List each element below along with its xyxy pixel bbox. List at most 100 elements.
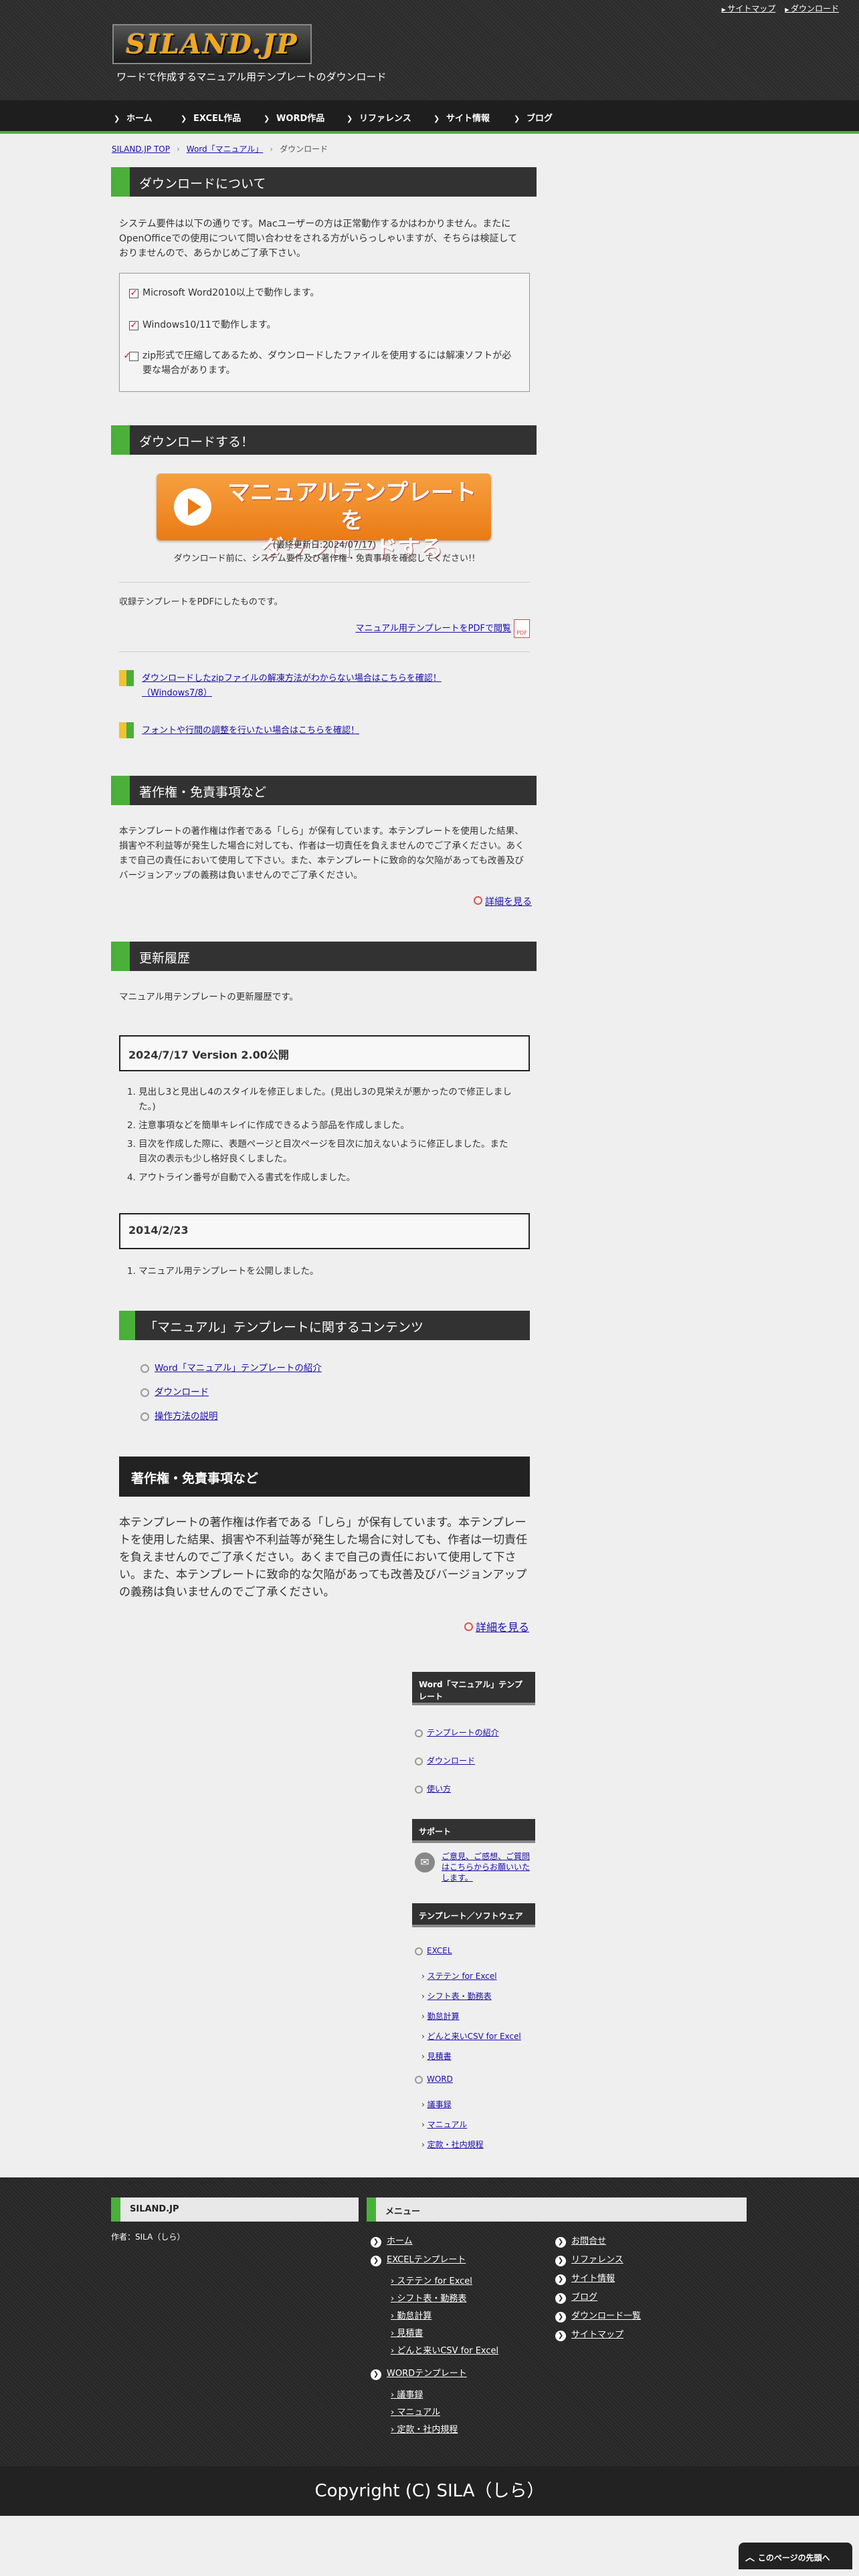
site-header: サイトマップダウンロード SILAND.JP ワードで作成するマニュアル用テンプ… bbox=[0, 0, 859, 100]
nav-word[interactable]: WORD作品 bbox=[264, 111, 324, 124]
help-row: ダウンロードしたzipファイルの解凍方法がわからない場合はこちらを確認！（Win… bbox=[142, 671, 490, 701]
version-box: 2024/7/17 Version 2.00公開 bbox=[119, 1035, 530, 1071]
footer-link[interactable]: EXCELテンプレート bbox=[371, 2252, 466, 2266]
sitemap-link[interactable]: サイトマップ bbox=[722, 4, 776, 13]
check-icon: ✓ bbox=[129, 320, 138, 330]
download-note: ダウンロード前に、システム要件及び著作権・免責事項を確認してください!! bbox=[173, 554, 476, 564]
sidebar-item-excel[interactable]: EXCEL bbox=[415, 1946, 452, 1955]
footer-link[interactable]: サイトマップ bbox=[555, 2327, 624, 2341]
related-item[interactable]: 操作方法の説明 bbox=[140, 1408, 322, 1422]
sidebar-item-word[interactable]: WORD bbox=[415, 2074, 453, 2084]
copyright-text: 本テンプレートの著作権は作者である「しら」が保有しています。本テンプレートを使用… bbox=[119, 826, 524, 881]
templates-heading: テンプレート／ソフトウェア bbox=[412, 1903, 535, 1927]
download-button[interactable]: マニュアルテンプレートを ダウンロードする bbox=[157, 473, 491, 562]
sidebar-subitem[interactable]: 見積書 bbox=[421, 2050, 452, 2062]
related-item[interactable]: ダウンロード bbox=[140, 1384, 322, 1398]
list-item: 1. 見出し3と見出し4のスタイルを修正しました。(見出し3の見栄えが悪かったの… bbox=[127, 1087, 512, 1112]
last-updated: (最終更新日:2024/07/17) bbox=[272, 540, 377, 550]
copyright-more-link[interactable]: 詳細を見る bbox=[474, 895, 532, 908]
sidebar-subitem[interactable]: 議事録 bbox=[421, 2099, 452, 2110]
footer-menu-heading: メニュー bbox=[367, 2197, 747, 2222]
sidebar-item[interactable]: ダウンロード bbox=[415, 1755, 475, 1766]
related-list: Word「マニュアル」テンプレートの紹介 ダウンロード 操作方法の説明 bbox=[140, 1360, 322, 1422]
footer-sublink[interactable]: 見積書 bbox=[391, 2326, 423, 2339]
support-link[interactable]: ご意見、ご感想、ご質問はこちらからお願いいたします。 bbox=[442, 1851, 535, 1883]
requirement-item: ✓ Windows10/11で動作します。 bbox=[129, 320, 276, 330]
play-icon bbox=[174, 488, 211, 526]
sidebar-subitem[interactable]: どんと来いCSV for Excel bbox=[421, 2030, 521, 2042]
breadcrumb-parent[interactable]: Word「マニュアル」 bbox=[187, 144, 264, 154]
footer-sublink[interactable]: 勤怠計算 bbox=[391, 2309, 432, 2321]
footer-sublink[interactable]: マニュアル bbox=[391, 2405, 440, 2418]
pdf-row: マニュアル用テンプレートをPDFで閲覧 PDF bbox=[119, 619, 530, 638]
list-item: 2. 注意事項などを簡単キレイに作成できるよう部品を作成しました。 bbox=[127, 1120, 409, 1131]
footer-sublink[interactable]: ステテン for Excel bbox=[391, 2274, 472, 2286]
about-intro: システム要件は以下の通りです。Macユーザーの方は正常動作するかはわかりません。… bbox=[119, 219, 518, 259]
font-help-link[interactable]: フォントや行間の調整を行いたい場合はこちらを確認！ bbox=[142, 726, 359, 736]
list-item: 1. マニュアル用テンプレートを公開しました。 bbox=[127, 1266, 319, 1277]
support-heading: サポート bbox=[412, 1819, 535, 1843]
footer-sublink[interactable]: どんと来いCSV for Excel bbox=[391, 2343, 498, 2356]
site-logo[interactable]: SILAND.JP bbox=[112, 24, 312, 64]
nav-home[interactable]: ホーム bbox=[114, 111, 153, 124]
footer-sublink[interactable]: シフト表・勤務表 bbox=[391, 2291, 466, 2304]
pdf-intro: 収録テンプレートをPDFにしたものです。 bbox=[119, 597, 283, 607]
nav-siteinfo[interactable]: サイト情報 bbox=[434, 111, 490, 124]
breadcrumb-home[interactable]: SILAND.JP TOP bbox=[112, 144, 170, 154]
footer-link[interactable]: ホーム bbox=[371, 2234, 413, 2248]
footer-sublink[interactable]: 議事録 bbox=[391, 2387, 423, 2400]
check-icon: ✓ bbox=[129, 288, 138, 298]
list-item: 3. 目次を作成した際に、表題ページと目次ページを目次に加えないように修正しまし… bbox=[127, 1139, 508, 1164]
list-item: 4. アウトライン番号が自動で入る書式を作成しました。 bbox=[127, 1172, 356, 1183]
breadcrumb: SILAND.JP TOP › Word「マニュアル」 › ダウンロード bbox=[112, 144, 328, 154]
footer-link[interactable]: リファレンス bbox=[555, 2252, 624, 2266]
pdf-link[interactable]: マニュアル用テンプレートをPDFで閲覧 bbox=[355, 624, 511, 634]
pdf-icon[interactable]: PDF bbox=[514, 619, 530, 638]
divider bbox=[119, 651, 530, 652]
copyright-box-more-link[interactable]: 詳細を見る bbox=[464, 1618, 529, 1634]
breadcrumb-current: ダウンロード bbox=[280, 144, 328, 154]
nav-excel[interactable]: EXCEL作品 bbox=[181, 111, 241, 124]
requirement-item: ✓ Microsoft Word2010以上で動作します。 bbox=[129, 288, 320, 298]
footer-sublink[interactable]: 定款・社内規程 bbox=[391, 2422, 458, 2435]
sidebar-subitem[interactable]: シフト表・勤務表 bbox=[421, 1990, 492, 2002]
nav-reference[interactable]: リファレンス bbox=[347, 111, 411, 124]
copyright-heading: 著作権・免責事項など bbox=[111, 776, 537, 805]
requirement-item: ✓ zip形式で圧縮してあるため、ダウンロードしたファイルを使用するには解凍ソフト… bbox=[123, 350, 512, 376]
download-heading: ダウンロードする！ bbox=[111, 425, 537, 455]
sidebar-subitem[interactable]: マニュアル bbox=[421, 2119, 468, 2130]
history-intro: マニュアル用テンプレートの更新履歴です。 bbox=[119, 992, 298, 1002]
version-box: 2014/2/23 bbox=[119, 1213, 530, 1249]
book-icon bbox=[119, 722, 134, 738]
footer-link[interactable]: WORDテンプレート bbox=[371, 2366, 467, 2380]
top-links: サイトマップダウンロード bbox=[712, 3, 839, 14]
copyright-box-heading: 著作権・免責事項など bbox=[119, 1457, 530, 1497]
footer-link[interactable]: ダウンロード一覧 bbox=[555, 2309, 641, 2323]
footer-link[interactable]: ブログ bbox=[555, 2290, 597, 2304]
site-footer: SILAND.JP 作者：SILA（しら） メニュー ホーム EXCELテンプレ… bbox=[0, 2177, 859, 2466]
footer-link[interactable]: お問合せ bbox=[555, 2234, 606, 2248]
nav-blog[interactable]: ブログ bbox=[514, 111, 553, 124]
history-heading: 更新履歴 bbox=[111, 942, 537, 971]
footer-author: 作者：SILA（しら） bbox=[111, 2232, 185, 2242]
global-nav: ホーム EXCEL作品 WORD作品 リファレンス サイト情報 ブログ bbox=[0, 100, 859, 134]
footer-link[interactable]: サイト情報 bbox=[555, 2271, 615, 2285]
download-top-link[interactable]: ダウンロード bbox=[785, 4, 839, 13]
back-to-top-button[interactable]: このページの先頭へ bbox=[739, 2543, 852, 2569]
sidebar-subitem[interactable]: 定款・社内規程 bbox=[421, 2139, 484, 2150]
footer-site-heading: SILAND.JP bbox=[111, 2197, 359, 2222]
site-tagline: ワードで作成するマニュアル用テンプレートのダウンロード bbox=[116, 71, 387, 83]
version-list: 1. マニュアル用テンプレートを公開しました。 bbox=[127, 1264, 318, 1279]
related-item[interactable]: Word「マニュアル」テンプレートの紹介 bbox=[140, 1360, 322, 1374]
sidebar-subitem[interactable]: ステテン for Excel bbox=[421, 1970, 497, 1981]
about-heading: ダウンロードについて bbox=[111, 167, 537, 197]
related-heading: 「マニュアル」テンプレートに関するコンテンツ bbox=[119, 1311, 530, 1340]
unzip-help-link[interactable]: ダウンロードしたzipファイルの解凍方法がわからない場合はこちらを確認！（Win… bbox=[142, 673, 442, 698]
check-icon: ✓ bbox=[124, 352, 138, 361]
sidebar-item[interactable]: 使い方 bbox=[415, 1783, 451, 1794]
sidebar-subitem[interactable]: 勤怠計算 bbox=[421, 2010, 460, 2022]
help-row: フォントや行間の調整を行いたい場合はこちらを確認！ bbox=[142, 724, 359, 738]
mail-icon: ✉ bbox=[415, 1852, 435, 1872]
sidebar-item[interactable]: テンプレートの紹介 bbox=[415, 1727, 499, 1738]
copyright-bar: Copyright (C) SILA（しら） bbox=[0, 2466, 859, 2516]
